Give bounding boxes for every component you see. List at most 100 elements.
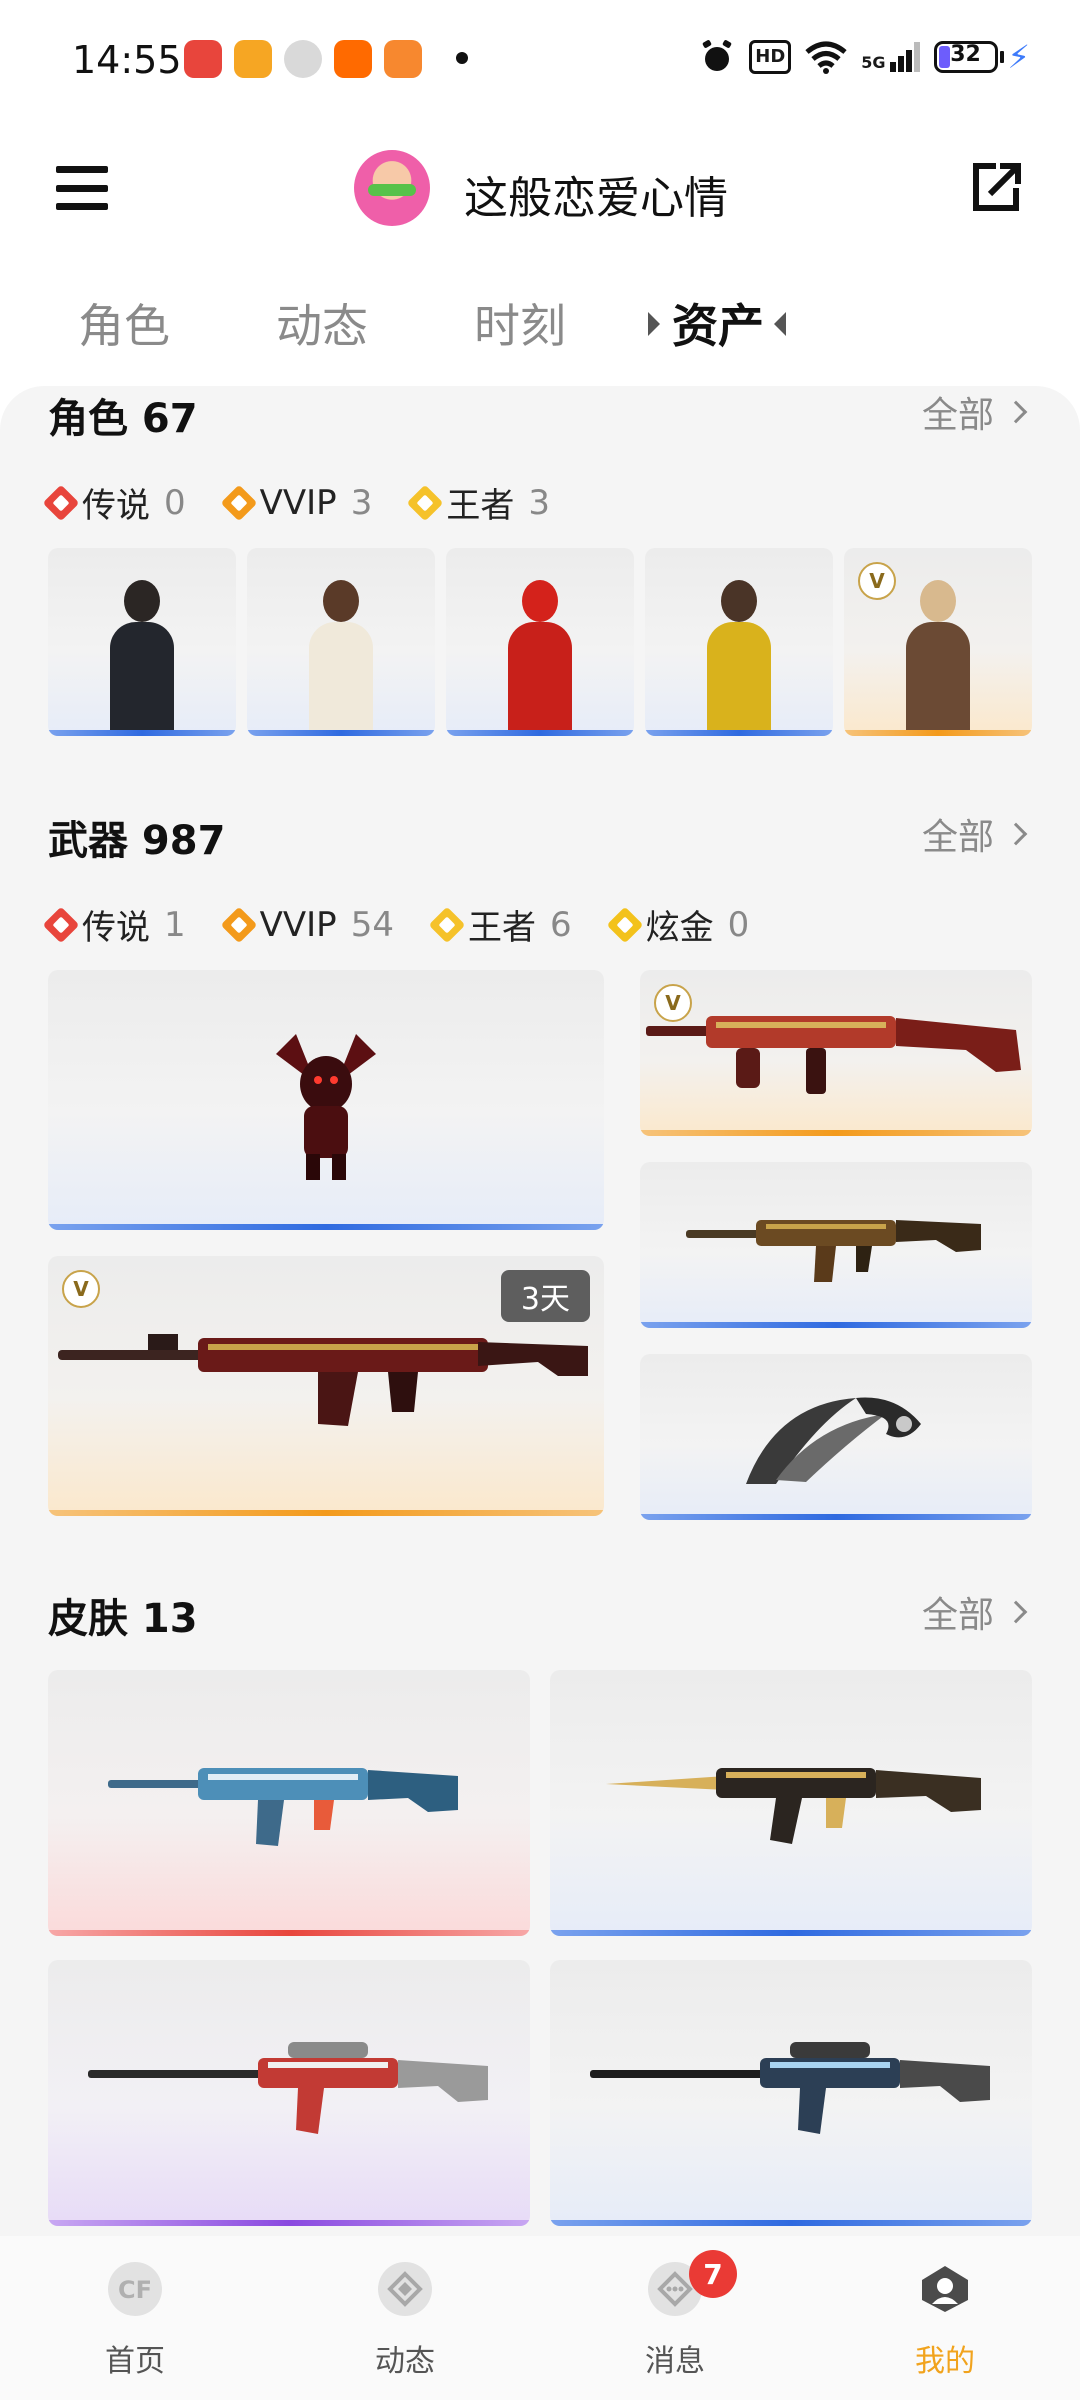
feed-diamond-icon bbox=[378, 2262, 432, 2316]
skin-card[interactable] bbox=[48, 1960, 530, 2226]
assets-panel: 角色 67 全部 传说 0 VVIP 3 王者 3 V 武器 987 全部 传说… bbox=[0, 386, 1080, 2236]
king-diamond-icon bbox=[406, 484, 444, 521]
character-image bbox=[490, 566, 590, 736]
gold-filter[interactable]: 炫金 0 bbox=[606, 900, 749, 949]
filter-label: 传说 bbox=[82, 486, 150, 526]
king-diamond-icon bbox=[428, 906, 466, 943]
legend-diamond-icon bbox=[42, 484, 80, 521]
view-all-label: 全部 bbox=[921, 817, 994, 858]
weapon-card[interactable] bbox=[640, 1354, 1032, 1520]
king-filter[interactable]: 王者 3 bbox=[406, 478, 550, 527]
filter-label: 炫金 bbox=[645, 908, 714, 948]
profile-name: 这般恋爱心情 bbox=[464, 173, 728, 224]
legend-diamond-icon bbox=[42, 906, 80, 943]
gold-diamond-icon bbox=[606, 906, 643, 943]
weapon-card[interactable] bbox=[48, 970, 604, 1230]
filter-label: 王者 bbox=[446, 486, 515, 526]
profile-emblem-icon bbox=[922, 2266, 968, 2312]
nav-feed[interactable]: 动态 bbox=[335, 2260, 475, 2380]
smg-image bbox=[646, 1016, 1021, 1094]
role-card[interactable] bbox=[645, 548, 833, 736]
nav-messages[interactable]: 7 消息 bbox=[605, 2250, 745, 2380]
role-card[interactable] bbox=[247, 548, 435, 736]
filter-count: 54 bbox=[350, 904, 394, 945]
legend-filter[interactable]: 传说 0 bbox=[42, 478, 186, 527]
claw-blade-image bbox=[746, 1397, 921, 1484]
nav-home[interactable]: CF 首页 bbox=[65, 2260, 205, 2380]
signal-icon: 5G bbox=[861, 42, 920, 72]
profile-header: 这般恋爱心情 bbox=[0, 120, 1080, 260]
filter-count: 0 bbox=[164, 482, 186, 523]
role-card[interactable] bbox=[48, 548, 236, 736]
nav-label: 首页 bbox=[105, 2344, 165, 2379]
nav-label: 消息 bbox=[645, 2344, 705, 2379]
chevron-right-icon bbox=[1004, 1600, 1028, 1624]
vvip-filter[interactable]: VVIP 54 bbox=[220, 904, 394, 945]
filter-label: VVIP bbox=[259, 482, 337, 523]
chevron-right-icon bbox=[1004, 822, 1028, 846]
vvip-badge-icon: V bbox=[62, 1270, 100, 1308]
weapon-card[interactable] bbox=[640, 1162, 1032, 1328]
filter-label: 王者 bbox=[467, 908, 536, 948]
active-tab-left-marker bbox=[648, 312, 660, 336]
dragon-figure-image bbox=[276, 1034, 376, 1180]
skin-card[interactable] bbox=[550, 1670, 1032, 1936]
battery-icon: 32 ⚡ bbox=[933, 38, 1030, 76]
filter-label: 传说 bbox=[82, 908, 150, 948]
filter-count: 6 bbox=[549, 904, 572, 945]
network-type: 5G bbox=[861, 53, 886, 72]
vvip-diamond-icon bbox=[220, 484, 258, 521]
tab-bar: 角色 动态 时刻 资产 bbox=[0, 290, 1080, 370]
tab-assets[interactable]: 资产 bbox=[672, 290, 764, 356]
tab-moments[interactable]: 时刻 bbox=[474, 290, 566, 356]
skin-sniper-image bbox=[590, 2042, 990, 2134]
battery-level: 32 bbox=[950, 42, 981, 67]
role-card-vvip[interactable]: V bbox=[844, 548, 1032, 736]
nav-profile[interactable]: 我的 bbox=[875, 2260, 1015, 2380]
legend-filter[interactable]: 传说 1 bbox=[42, 900, 186, 949]
skin-rifle-image bbox=[606, 1768, 981, 1844]
more-notifications-dot bbox=[456, 52, 468, 64]
message-count-badge: 7 bbox=[689, 2250, 737, 2298]
rifle-image bbox=[58, 1334, 588, 1426]
skins-view-all-link[interactable]: 全部 bbox=[921, 1586, 1028, 1638]
weapon-card-vvip[interactable]: V 3天 bbox=[48, 1256, 604, 1516]
assault-rifle-image bbox=[686, 1220, 981, 1282]
avatar[interactable] bbox=[354, 150, 430, 226]
weapons-view-all-link[interactable]: 全部 bbox=[921, 808, 1028, 860]
nav-label: 动态 bbox=[375, 2344, 435, 2379]
alarm-icon bbox=[703, 40, 732, 71]
tab-feed[interactable]: 动态 bbox=[276, 290, 368, 356]
filter-count: 3 bbox=[528, 482, 550, 523]
avatar-app-icon bbox=[284, 40, 322, 78]
active-tab-right-marker bbox=[774, 312, 786, 336]
expiry-timer-badge: 3天 bbox=[500, 1270, 590, 1322]
charging-icon: ⚡ bbox=[1007, 38, 1030, 76]
vvip-filter[interactable]: VVIP 3 bbox=[220, 482, 372, 523]
character-image bbox=[291, 566, 391, 736]
video-app-icon bbox=[234, 40, 272, 78]
skin-card[interactable] bbox=[550, 1960, 1032, 2226]
character-image bbox=[888, 566, 988, 736]
status-bar: 14:55 HD 5G 32 ⚡ bbox=[0, 0, 1080, 120]
menu-icon[interactable] bbox=[56, 166, 108, 210]
bottom-navigation: CF 首页 动态 7 消息 我的 bbox=[0, 2236, 1080, 2400]
skin-card[interactable] bbox=[48, 1670, 530, 1936]
skin-rifle-image bbox=[108, 1768, 458, 1846]
king-filter[interactable]: 王者 6 bbox=[428, 900, 572, 949]
home-logo-icon: CF bbox=[108, 2262, 162, 2316]
view-all-label: 全部 bbox=[921, 1595, 994, 1636]
character-image bbox=[92, 566, 192, 736]
status-time: 14:55 bbox=[72, 38, 182, 82]
chevron-right-icon bbox=[1004, 400, 1028, 424]
weapon-card-vvip[interactable]: V bbox=[640, 970, 1032, 1136]
tab-roles[interactable]: 角色 bbox=[78, 290, 170, 356]
role-card[interactable] bbox=[446, 548, 634, 736]
roles-view-all-link[interactable]: 全部 bbox=[922, 386, 1028, 438]
vvip-diamond-icon bbox=[220, 906, 258, 943]
app-notification-icon bbox=[184, 40, 222, 78]
roles-rarity-filters: 传说 0 VVIP 3 王者 3 bbox=[42, 478, 550, 527]
filter-label: VVIP bbox=[259, 904, 337, 945]
status-notification-apps bbox=[184, 40, 422, 78]
share-icon[interactable] bbox=[970, 162, 1022, 214]
